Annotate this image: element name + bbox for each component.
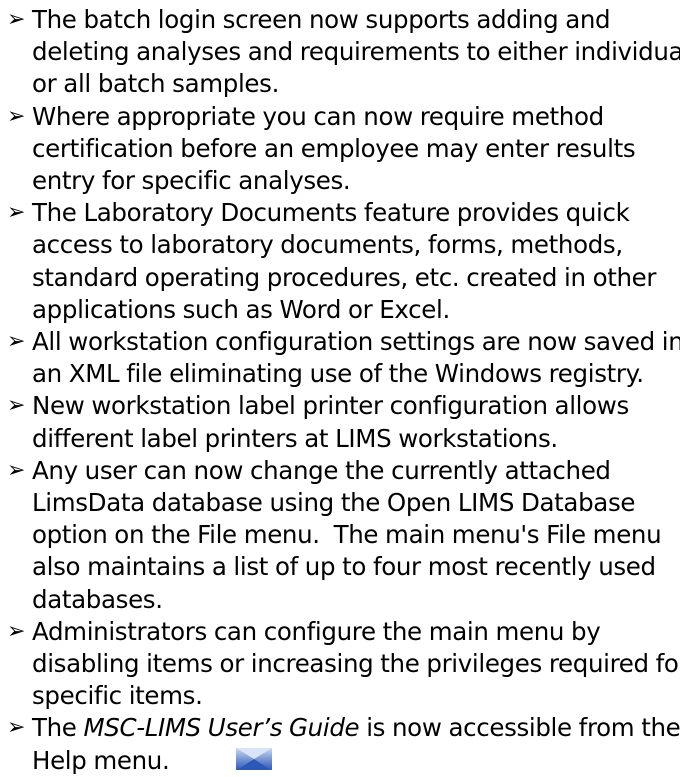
bullet-line: The batch login screen now supports addi… (32, 5, 611, 34)
bullet-line: entry for specific analyses. (32, 166, 351, 196)
bullet-text-suffix: is now accessible from the (359, 713, 680, 743)
arrowhead-bullet-icon: ➢ (7, 393, 26, 419)
bullet-line: applications such as Word or Excel. (32, 294, 450, 324)
bullet-line: LimsData database using the Open LIMS Da… (32, 488, 636, 518)
arrowhead-bullet-icon: ➢ (7, 200, 26, 226)
bullet-line: All workstation configuration settings a… (32, 327, 680, 357)
bullet-line: or all batch samples. (32, 69, 280, 99)
bullet-line: disabling items or increasing the privil… (32, 649, 680, 679)
bullet-line: specific items. (32, 681, 203, 711)
bullet-line: New workstation label printer configurat… (32, 391, 629, 421)
bullet-line: Any user can now change the currently at… (32, 455, 611, 485)
bullet-line: also maintains a list of up to four most… (32, 552, 656, 582)
bullet-line: Where appropriate you can now require me… (32, 101, 604, 131)
bullet-line: databases. (32, 584, 163, 614)
bullet-item-main-menu-config: ➢ Administrators can configure the main … (7, 616, 680, 713)
arrowhead-bullet-icon: ➢ (7, 457, 26, 483)
bullet-line: Help menu. (32, 745, 170, 775)
bullet-line: certification before an employee may ent… (32, 133, 636, 163)
bullet-line: The MSC-LIMS User’s Guide is now accessi… (32, 712, 680, 744)
users-guide-title: MSC-LIMS User’s Guide (83, 713, 360, 743)
bullet-line: standard operating procedures, etc. crea… (32, 262, 657, 292)
bullet-item-batch-login: ➢ The batch login screen now supports ad… (7, 4, 680, 101)
bullet-item-laboratory-documents: ➢ The Laboratory Documents feature provi… (7, 197, 678, 326)
bullet-item-label-printer: ➢ New workstation label printer configur… (7, 390, 678, 454)
bullet-line: access to laboratory documents, forms, m… (32, 230, 623, 260)
bullet-line: option on the File menu. The main menu's… (32, 520, 662, 550)
bullet-line: Administrators can configure the main me… (32, 616, 601, 646)
bullet-line: The Laboratory Documents feature provide… (32, 198, 630, 228)
bullet-item-method-certification: ➢ Where appropriate you can now require … (7, 101, 678, 198)
bullet-item-users-guide: ➢ The MSC-LIMS User’s Guide is now acces… (7, 712, 680, 776)
feature-bullet-list: ➢ The batch login screen now supports ad… (7, 4, 680, 777)
arrowhead-bullet-icon: ➢ (7, 715, 26, 741)
bullet-text-prefix: The (32, 713, 84, 743)
bowtie-icon (236, 748, 272, 770)
bullet-line: deleting analyses and requirements to ei… (32, 37, 680, 67)
bullet-line: different label printers at LIMS worksta… (32, 423, 558, 453)
arrowhead-bullet-icon: ➢ (7, 103, 26, 129)
bullet-item-workstation-config: ➢ All workstation configuration settings… (7, 326, 680, 390)
arrowhead-bullet-icon: ➢ (7, 329, 26, 355)
arrowhead-bullet-icon: ➢ (7, 618, 26, 644)
bullet-line: an XML file eliminating use of the Windo… (32, 359, 644, 389)
arrowhead-bullet-icon: ➢ (7, 7, 26, 32)
bullet-item-open-database: ➢ Any user can now change the currently … (7, 455, 678, 616)
